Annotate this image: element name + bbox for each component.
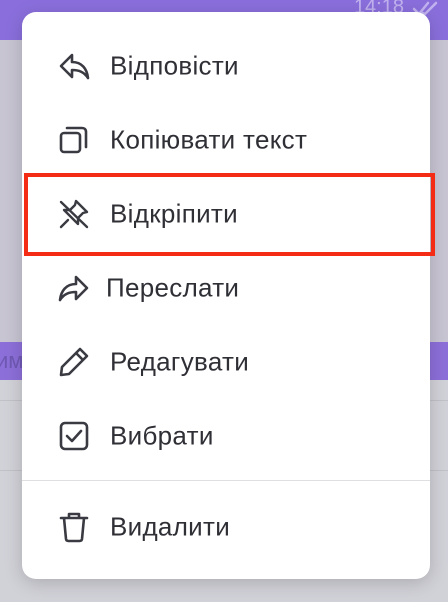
menu-item-unpin[interactable]: Відкріпити — [22, 181, 430, 247]
menu-item-label: Переслати — [106, 272, 240, 303]
unpin-icon — [56, 196, 92, 232]
menu-item-forward[interactable]: Переслати — [22, 255, 430, 321]
menu-item-label: Копіювати текст — [110, 124, 308, 155]
menu-item-label: Видалити — [110, 511, 231, 542]
menu-item-label: Редагувати — [110, 346, 250, 377]
menu-item-copy-text[interactable]: Копіювати текст — [22, 107, 430, 173]
menu-item-edit[interactable]: Редагувати — [22, 329, 430, 395]
forward-icon — [56, 270, 92, 306]
copy-icon — [56, 122, 92, 158]
menu-item-delete[interactable]: Видалити — [22, 494, 430, 560]
menu-item-label: Відповісти — [110, 50, 239, 81]
message-context-menu: Відповісти Копіювати текст Відкріпити Пе… — [22, 12, 430, 579]
trash-icon — [56, 509, 92, 545]
pencil-icon — [56, 344, 92, 380]
menu-divider — [22, 480, 430, 481]
menu-item-select[interactable]: Вибрати — [22, 403, 430, 469]
reply-icon — [56, 48, 92, 84]
menu-item-label: Відкріпити — [110, 198, 238, 229]
menu-item-label: Вибрати — [110, 420, 214, 451]
menu-item-reply[interactable]: Відповісти — [22, 33, 430, 99]
background-partial-text: им — [0, 348, 24, 373]
checkbox-icon — [56, 418, 92, 454]
